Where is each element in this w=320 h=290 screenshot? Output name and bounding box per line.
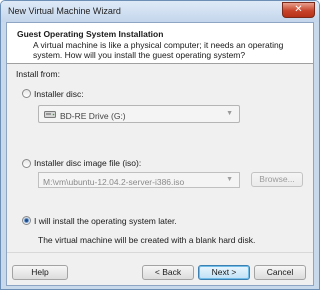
page-description: A virtual machine is like a physical com… <box>33 40 284 60</box>
wizard-header: Guest Operating System Installation A vi… <box>7 23 313 64</box>
installer-disc-radio[interactable] <box>22 89 31 98</box>
disc-drive-icon <box>44 111 56 118</box>
window-title: New Virtual Machine Wizard <box>8 6 121 16</box>
iso-image-label[interactable]: Installer disc image file (iso): <box>34 158 141 168</box>
disc-drive-select[interactable]: BD-RE Drive (G:) ▼ <box>38 105 240 123</box>
install-later-note: The virtual machine will be created with… <box>38 235 256 245</box>
close-button[interactable]: ✕ <box>282 2 315 18</box>
wizard-window: New Virtual Machine Wizard ✕ Guest Opera… <box>0 0 320 290</box>
page-title: Guest Operating System Installation <box>17 29 164 39</box>
installer-disc-label[interactable]: Installer disc: <box>34 89 84 99</box>
iso-image-radio[interactable] <box>22 159 31 168</box>
install-from-label: Install from: <box>16 69 60 79</box>
close-icon: ✕ <box>294 4 303 15</box>
iso-path-value: M:\vm\ubuntu-12.04.2-server-i386.iso <box>43 177 185 187</box>
install-later-label[interactable]: I will install the operating system late… <box>34 216 177 226</box>
disc-drive-value: BD-RE Drive (G:) <box>60 111 126 121</box>
iso-path-input[interactable]: M:\vm\ubuntu-12.04.2-server-i386.iso ▼ <box>38 172 240 188</box>
chevron-down-icon: ▼ <box>226 110 233 117</box>
browse-button[interactable]: Browse... <box>251 172 303 187</box>
next-button[interactable]: Next > <box>198 265 250 280</box>
footer-divider <box>7 252 313 253</box>
wizard-body: Guest Operating System Installation A vi… <box>6 22 314 286</box>
help-button[interactable]: Help <box>12 265 68 280</box>
chevron-down-icon: ▼ <box>226 176 233 183</box>
title-bar[interactable]: New Virtual Machine Wizard ✕ <box>1 1 319 22</box>
install-later-radio[interactable] <box>22 216 31 225</box>
back-button[interactable]: < Back <box>142 265 194 280</box>
cancel-button[interactable]: Cancel <box>254 265 306 280</box>
